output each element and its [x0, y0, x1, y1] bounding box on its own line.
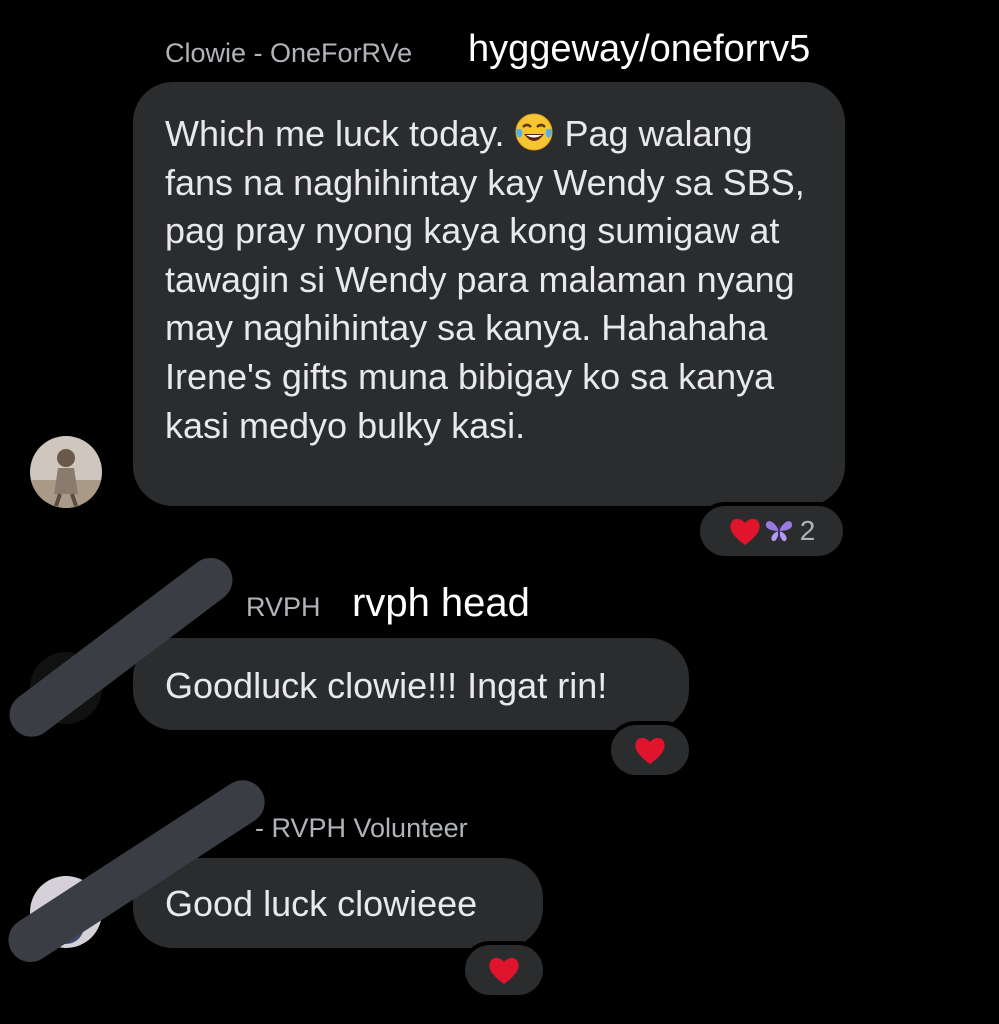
tears-of-joy-emoji-icon — [515, 113, 553, 151]
message-bubble[interactable]: Goodluck clowie!!! Ingat rin! — [133, 638, 689, 730]
heart-reaction-icon — [489, 957, 519, 984]
heart-reaction-icon — [730, 518, 760, 545]
sender-name: Clowie - OneForRVe — [165, 38, 413, 68]
avatar[interactable] — [30, 436, 102, 508]
watermark-text: hyggeway/oneforrv5 — [468, 28, 811, 70]
annotation-text: rvph head — [352, 581, 530, 625]
sender-name: - RVPH Volunteer — [255, 813, 468, 843]
message-text: Good luck clowieee — [165, 883, 478, 924]
message-text: Goodluck clowie!!! Ingat rin! — [165, 665, 608, 706]
sender-name: RVPH — [246, 592, 321, 622]
reaction-summary[interactable] — [611, 725, 689, 775]
message-bubble[interactable]: Which me luck today. Pag walang fans na … — [133, 82, 845, 506]
reaction-summary[interactable]: 2 — [700, 506, 843, 556]
reaction-count: 2 — [799, 515, 816, 546]
heart-reaction-icon — [635, 737, 665, 764]
butterfly-reaction-icon — [765, 521, 792, 542]
reaction-summary[interactable] — [465, 945, 543, 995]
message-text-continued: Pag walang fans na naghihintay kay Wendy… — [165, 113, 805, 446]
avatar-photo — [30, 436, 102, 508]
message-bubble[interactable]: Good luck clowieee — [133, 858, 543, 948]
message-text: Which me luck today. — [165, 113, 515, 154]
